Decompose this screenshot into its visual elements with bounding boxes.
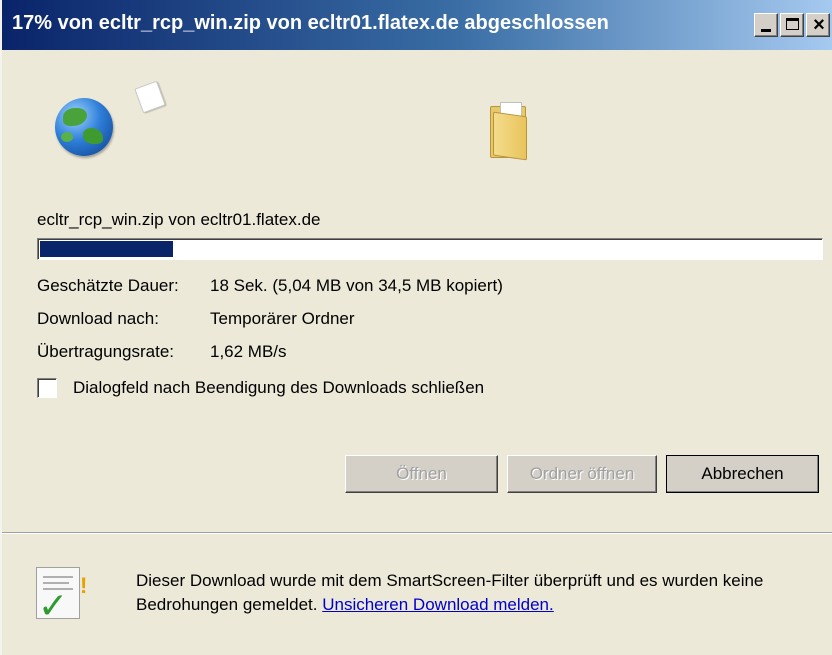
document-icon [134, 80, 166, 114]
transfer-rate-label: Übertragungsrate: [37, 342, 175, 361]
dialog-body: ecltr_rcp_win.zip von ecltr01.flatex.de … [2, 50, 832, 530]
close-icon: × [813, 14, 825, 36]
smartscreen-footer: ! ✓ Dieser Download wurde mit dem SmartS… [2, 535, 832, 655]
smartscreen-check-icon: ! ✓ [36, 567, 87, 626]
close-button[interactable]: × [806, 13, 830, 37]
minimize-button[interactable] [754, 13, 778, 37]
download-filename: ecltr_rcp_win.zip von ecltr01.flatex.de [37, 210, 321, 229]
window-controls: × [754, 13, 830, 37]
close-on-finish-checkbox[interactable] [37, 378, 57, 398]
folder-icon [490, 102, 530, 161]
footer-divider [2, 532, 832, 534]
cancel-button[interactable]: Abbrechen [666, 455, 819, 493]
estimated-time-label: Geschätzte Dauer: [37, 276, 179, 295]
download-progress-bar [37, 238, 823, 260]
transfer-rate-value: 1,62 MB/s [210, 342, 287, 361]
globe-icon [55, 98, 113, 156]
close-on-finish-label[interactable]: Dialogfeld nach Beendigung des Downloads… [73, 378, 484, 398]
progress-fill [40, 241, 173, 257]
estimated-time-value: 18 Sek. (5,04 MB von 34,5 MB kopiert) [210, 276, 503, 295]
close-on-finish-option[interactable]: Dialogfeld nach Beendigung des Downloads… [37, 378, 484, 398]
download-target-value: Temporärer Ordner [210, 309, 355, 328]
window-title: 17% von ecltr_rcp_win.zip von ecltr01.fl… [12, 12, 609, 34]
report-unsafe-download-link[interactable]: Unsicheren Download melden. [322, 595, 554, 614]
download-target-label: Download nach: [37, 309, 159, 328]
open-folder-button[interactable]: Ordner öffnen [507, 455, 657, 493]
smartscreen-message: Dieser Download wurde mit dem SmartScree… [136, 569, 816, 617]
maximize-button[interactable] [780, 13, 804, 37]
open-button[interactable]: Öffnen [345, 455, 498, 493]
download-dialog: 17% von ecltr_rcp_win.zip von ecltr01.fl… [0, 0, 832, 655]
title-bar[interactable]: 17% von ecltr_rcp_win.zip von ecltr01.fl… [2, 0, 832, 50]
maximize-icon [786, 18, 799, 30]
minimize-icon [761, 29, 771, 32]
